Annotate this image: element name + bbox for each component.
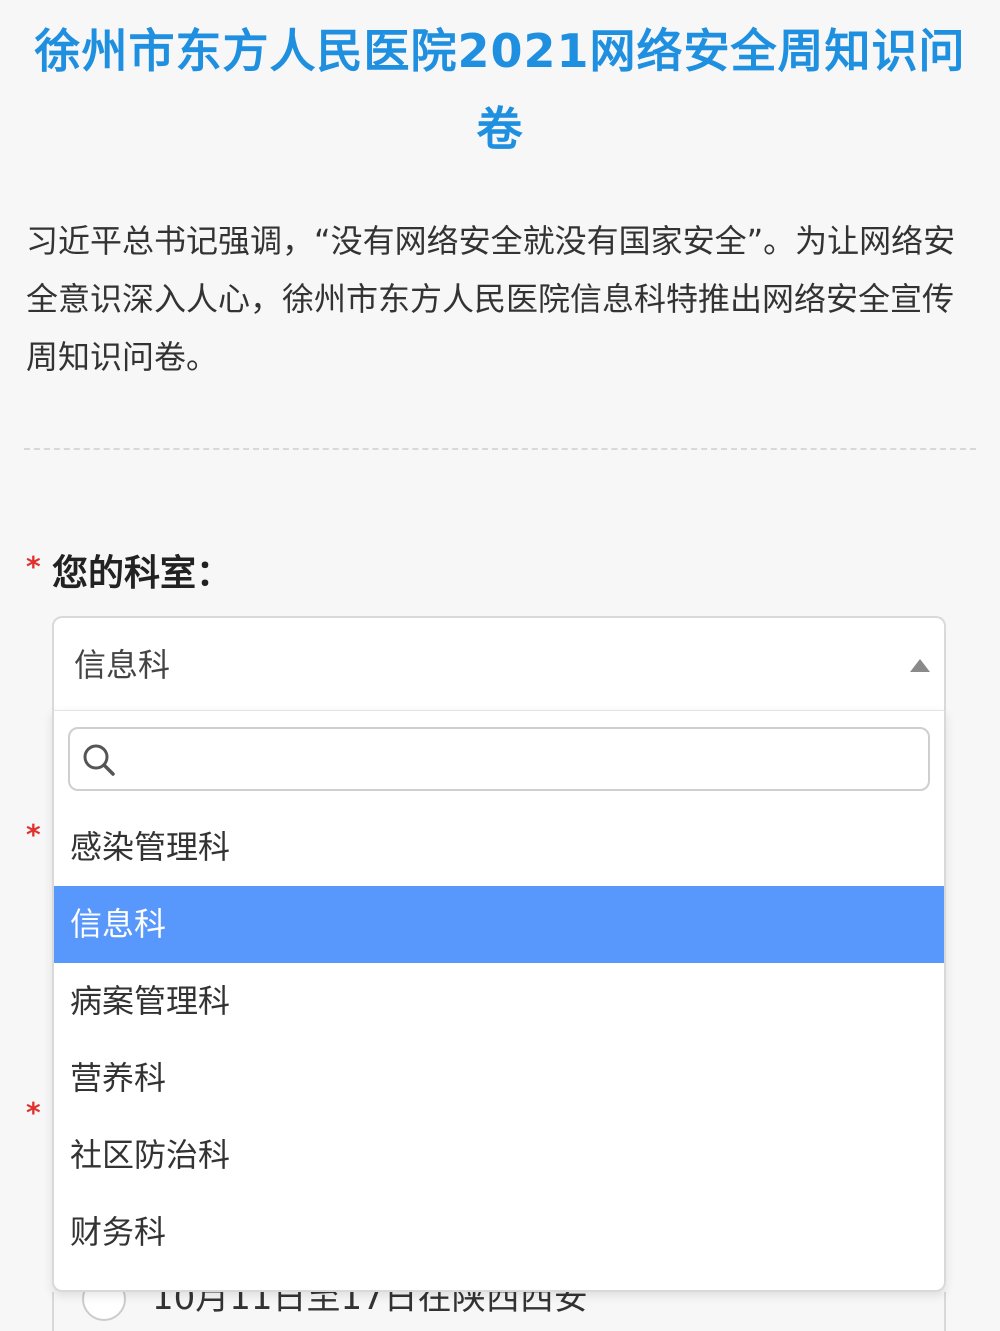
option-finance[interactable]: 财务科 <box>54 1194 944 1271</box>
search-icon <box>83 744 115 776</box>
required-mark-3: * <box>26 1096 41 1129</box>
option-medical-records[interactable]: 病案管理科 <box>54 963 944 1040</box>
department-select[interactable]: 信息科 <box>52 616 946 710</box>
question-label: 您的科室： <box>52 553 233 594</box>
caret-up-icon <box>910 659 930 672</box>
option-nutrition[interactable]: 营养科 <box>54 1040 944 1117</box>
option-community-prevention[interactable]: 社区防治科 <box>54 1117 944 1194</box>
select-current-value: 信息科 <box>74 646 171 684</box>
survey-title: 徐州市东方人民医院2021网络安全周知识问卷 <box>34 24 966 156</box>
option-information[interactable]: 信息科 <box>54 886 944 963</box>
section-divider <box>24 448 976 450</box>
required-mark-2: * <box>26 818 41 851</box>
department-dropdown: 感染管理科 信息科 病案管理科 营养科 社区防治科 财务科 <box>52 710 946 1292</box>
option-infection-management[interactable]: 感染管理科 <box>54 809 944 886</box>
dropdown-search-input[interactable] <box>68 727 930 791</box>
survey-intro: 习近平总书记强调，“没有网络安全就没有国家安全”。为让网络安全意识深入人心，徐州… <box>26 222 956 376</box>
required-mark: * <box>26 550 41 583</box>
